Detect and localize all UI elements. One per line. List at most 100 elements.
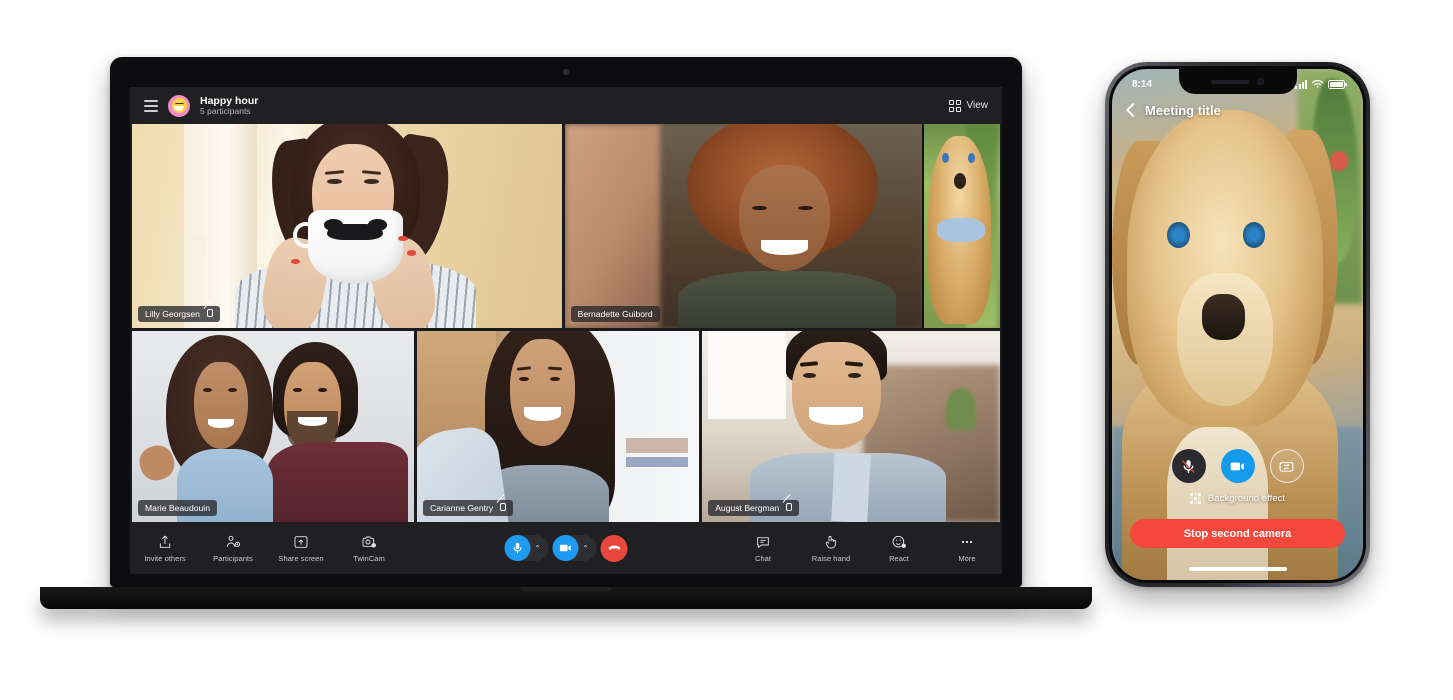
group-avatar-emoji [168,94,190,117]
video-camera-icon [559,544,571,552]
end-call-icon [608,545,620,550]
home-indicator[interactable] [1188,567,1287,571]
twincam-label: TwinCam [353,553,385,563]
phone-device: 8:14 Meeting title Background effect Sto… [1105,62,1370,587]
microphone-button[interactable] [504,535,531,561]
back-chevron-icon[interactable] [1126,102,1136,118]
video-tile-august-bergman[interactable]: August Bergman [702,331,1000,522]
chat-bubble-icon [755,534,772,551]
mic-options-chevron-icon[interactable]: ⌃ [531,544,545,553]
mic-off-icon [205,309,213,319]
react-emoji-icon [891,534,908,551]
share-screen-button[interactable]: Share screen [278,534,324,563]
toolbar-right-group: Chat Raise hand React More [740,534,990,563]
grid-view-icon [948,99,961,112]
react-button[interactable]: React [876,534,922,563]
more-label: More [958,553,976,563]
invite-others-label: Invite others [144,553,186,563]
video-tile-bernadette-guibord[interactable]: Bernadette Guibord [564,124,1000,328]
video-tile-carianne-gentry[interactable]: Carianne Gentry [417,331,700,522]
screen-share-icon [293,534,310,551]
view-button-label: View [966,100,989,111]
hamburger-menu-icon[interactable] [144,99,158,112]
view-button[interactable]: View [948,99,989,112]
chat-label: Chat [754,553,772,563]
video-row-top: Lilly Georgsen Bernadette Guibord [132,124,1000,328]
twincam-sub-panel [921,124,1000,328]
phone-inner-bezel: 8:14 Meeting title Background effect Sto… [1109,66,1366,583]
app-header: Happy hour 5 participants View [130,87,1002,124]
participant-name: Bernadette Guibord [577,309,653,319]
video-row-bottom: Marie Beaudouin Carianne Gentry August B… [132,331,1000,522]
battery-icon [1328,79,1347,89]
mic-off-icon [498,503,507,513]
participants-label: Participants [213,553,253,563]
end-call-button[interactable] [600,534,628,562]
phone-frame: 8:14 Meeting title Background effect Sto… [1105,62,1370,587]
background-effect-icon [1189,493,1201,504]
call-toolbar: Invite others Participants Share screen … [130,522,1002,574]
phone-status-bar: 8:14 [1112,69,1363,95]
toolbar-left-group: Invite others Participants Share screen … [142,534,392,563]
status-indicators [1295,79,1347,89]
cellular-signal-icon [1295,79,1307,89]
laptop-screen: Happy hour 5 participants View Lilly Geo… [130,87,1002,574]
phone-camera-button[interactable] [1220,449,1255,483]
video-tile-lilly-georgsen[interactable]: Lilly Georgsen [132,124,562,328]
mic-off-icon [784,503,793,513]
laptop-lid: Happy hour 5 participants View Lilly Geo… [110,57,1022,587]
video-tile-marie-beaudouin[interactable]: Marie Beaudouin [132,331,415,522]
mic-off-icon [1181,459,1195,473]
chat-button[interactable]: Chat [740,534,786,563]
phone-screen: 8:14 Meeting title Background effect Sto… [1112,69,1363,580]
video-camera-icon [1230,462,1244,470]
participant-label: Marie Beaudouin [138,500,217,516]
raise-hand-button[interactable]: Raise hand [808,534,854,563]
wifi-icon [1311,80,1324,88]
status-time: 8:14 [1132,78,1153,90]
background-effect-button[interactable]: Background effect [1189,493,1286,504]
phone-top-bar: Meeting title [1112,95,1363,125]
phone-flip-camera-button[interactable] [1269,449,1304,483]
participant-label: Carianne Gentry [423,500,514,516]
share-upload-icon [157,534,174,551]
video-grid: Lilly Georgsen Bernadette Guibord Marie … [130,124,1002,522]
invite-others-button[interactable]: Invite others [142,534,188,563]
screenshot-stage: Happy hour 5 participants View Lilly Geo… [0,0,1453,700]
laptop-webcam-icon [563,69,569,75]
call-controls: ⌃ ⌃ [504,534,628,562]
participant-count: 5 participants [200,105,251,116]
mic-control-group: ⌃ [504,535,549,561]
laptop-base [40,587,1092,609]
participant-name: Carianne Gentry [430,503,494,513]
raise-hand-label: Raise hand [811,553,851,563]
more-button[interactable]: More [944,534,990,563]
twincam-button[interactable]: TwinCam [346,534,392,563]
participant-label: Lilly Georgsen [138,306,220,322]
participant-name: August Bergman [715,503,780,513]
phone-control-row [1171,449,1304,483]
laptop-device: Happy hour 5 participants View Lilly Geo… [40,57,1092,609]
twincam-camera-icon [361,534,378,551]
phone-mic-button[interactable] [1171,449,1206,483]
meeting-info: Happy hour 5 participants [200,95,258,117]
participants-button[interactable]: Participants [210,534,256,563]
participant-label: Bernadette Guibord [570,306,660,322]
participant-name: Lilly Georgsen [145,309,200,319]
raise-hand-icon [823,534,840,551]
page-title: Happy hour [200,94,259,107]
phone-controls: Background effect [1112,449,1363,504]
background-effect-label: Background effect [1207,493,1286,504]
react-label: React [889,553,909,563]
camera-control-group: ⌃ [552,535,597,561]
share-screen-label: Share screen [278,553,324,563]
camera-button[interactable] [552,535,579,561]
camera-options-chevron-icon[interactable]: ⌃ [579,544,593,553]
more-ellipsis-icon [959,534,976,551]
participant-name: Marie Beaudouin [145,503,210,513]
phone-meeting-title: Meeting title [1145,102,1221,118]
camera-flip-icon [1279,461,1294,472]
microphone-icon [513,542,522,554]
stop-second-camera-button[interactable]: Stop second camera [1130,519,1345,548]
participant-label: August Bergman [708,500,800,516]
